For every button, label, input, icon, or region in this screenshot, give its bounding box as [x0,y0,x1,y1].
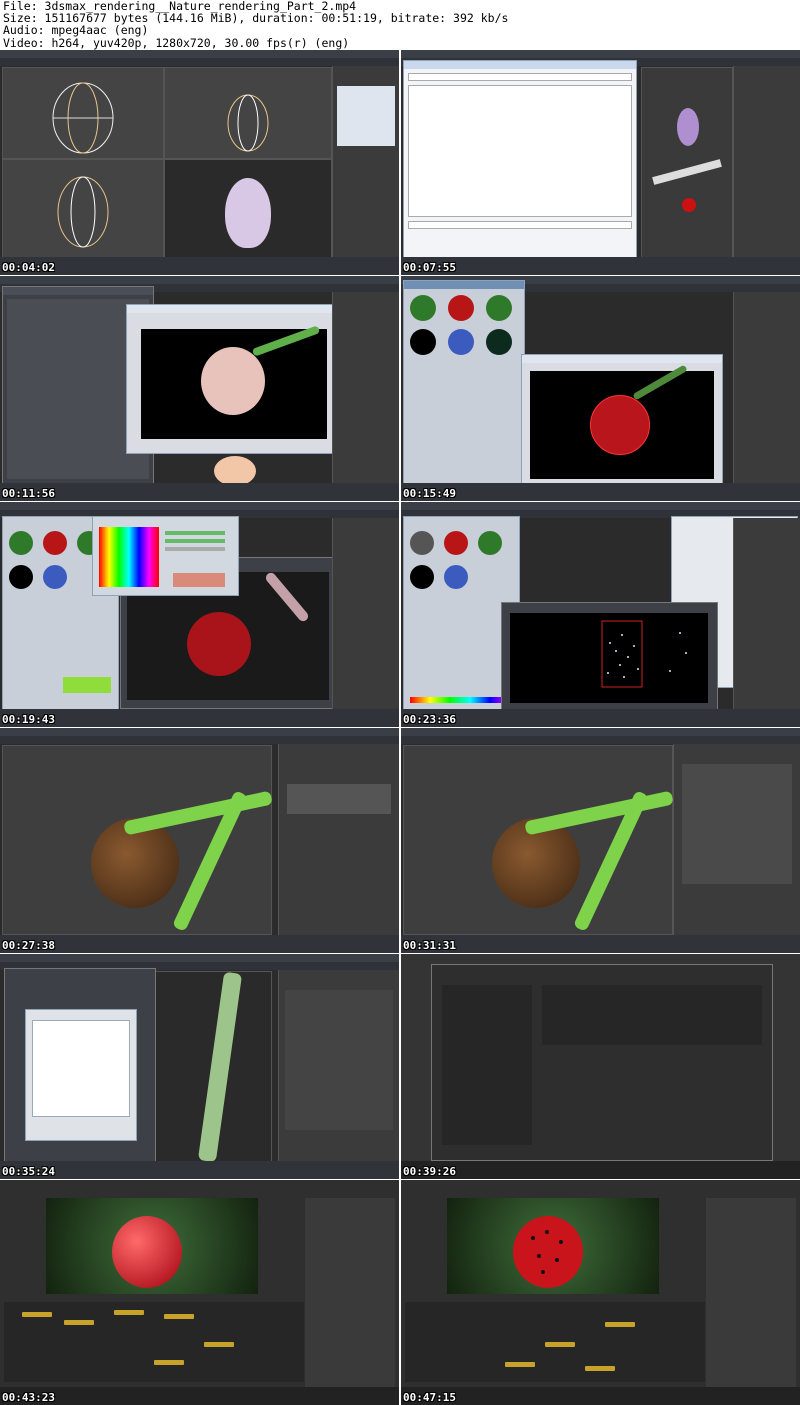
thumbnail-11[interactable]: 00:43:23 [0,1180,399,1405]
thumbnail-6[interactable]: 00:23:36 [401,502,800,727]
thumbnail-1[interactable]: 00:04:02 [0,50,399,275]
timestamp-6: 00:23:36 [403,713,456,726]
timestamp-5: 00:19:43 [2,713,55,726]
timestamp-9: 00:35:24 [2,1165,55,1178]
thumbnail-9[interactable]: 00:35:24 [0,954,399,1179]
thumbnail-10[interactable]: 00:39:26 [401,954,800,1179]
timestamp-1: 00:04:02 [2,261,55,274]
timestamp-7: 00:27:38 [2,939,55,952]
thumbnail-5[interactable]: 00:19:43 [0,502,399,727]
timestamp-4: 00:15:49 [403,487,456,500]
timestamp-12: 00:47:15 [403,1391,456,1404]
timestamp-10: 00:39:26 [403,1165,456,1178]
thumbnail-12[interactable]: 00:47:15 [401,1180,800,1405]
timestamp-8: 00:31:31 [403,939,456,952]
timestamp-11: 00:43:23 [2,1391,55,1404]
timestamp-2: 00:07:55 [403,261,456,274]
audio-line: Audio: mpeg4aac (eng) [3,23,149,38]
video-line: Video: h264, yuv420p, 1280x720, 30.00 fp… [3,35,350,50]
thumbnail-8[interactable]: 00:31:31 [401,728,800,953]
thumbnail-2[interactable]: 00:07:55 [401,50,800,275]
thumbnail-4[interactable]: 00:15:49 [401,276,800,501]
file-info-header: File: 3dsmax_rendering__Nature_rendering… [0,0,800,50]
timestamp-3: 00:11:56 [2,487,55,500]
thumbnail-7[interactable]: 00:27:38 [0,728,399,953]
thumbnail-3[interactable]: 00:11:56 [0,276,399,501]
